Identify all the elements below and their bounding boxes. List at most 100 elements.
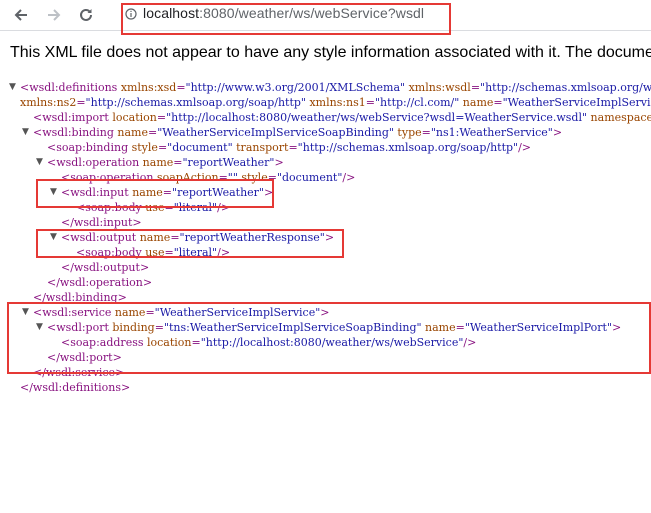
- xml-attr-name: style: [237, 171, 268, 184]
- xml-tag-end: >: [115, 366, 125, 379]
- xml-line: ▼ <wsdl:port binding="tns:WeatherServiceI…: [0, 320, 651, 335]
- browser-toolbar: localhost:8080/weather/ws/webService?wsd…: [0, 0, 651, 30]
- url-host: localhost: [143, 5, 200, 21]
- xml-attr-value: "http://schemas.xmlsoap.org/soap/http": [297, 141, 519, 154]
- collapse-toggle-icon[interactable]: ▼: [36, 320, 46, 335]
- xml-code: </wsdl:service>: [33, 365, 124, 380]
- style-info-notice: This XML file does not appear to have an…: [10, 44, 651, 61]
- xml-attr-value: "WeatherServiceImplService": [502, 96, 651, 109]
- forward-button[interactable]: [41, 2, 67, 28]
- xml-attr-value: "reportWeather": [182, 156, 275, 169]
- xml-code: <wsdl:binding name="WeatherServiceImplSe…: [33, 125, 562, 140]
- xml-attr-name: xmlns:wsdl: [405, 81, 471, 94]
- xml-attr-value: "": [227, 171, 238, 184]
- xml-line: </wsdl:port>: [0, 350, 651, 365]
- back-arrow-icon: [14, 9, 27, 21]
- xml-code: </wsdl:operation>: [47, 275, 152, 290]
- xml-tag-end: >: [112, 351, 122, 364]
- xml-line: <soap:operation soapAction="" style="doc…: [0, 170, 651, 185]
- xml-tag: <soap:operation: [61, 171, 154, 184]
- reload-icon: [80, 8, 92, 21]
- xml-equals: =: [170, 231, 180, 244]
- xml-line: <soap:body use="literal"/>: [0, 245, 651, 260]
- xml-attr-value: "reportWeather": [172, 186, 264, 199]
- xml-tag: </wsdl:operation: [47, 276, 143, 289]
- collapse-toggle-icon[interactable]: ▼: [50, 185, 60, 200]
- xml-code: </wsdl:output>: [61, 260, 149, 275]
- collapse-toggle-icon[interactable]: ▼: [50, 230, 60, 245]
- url-path: :8080/weather/ws/webService?wsdl: [199, 5, 425, 21]
- xml-tag-end: >: [274, 156, 284, 169]
- xml-tag-end: >: [612, 321, 622, 334]
- reload-button[interactable]: [73, 2, 99, 28]
- back-button[interactable]: [8, 2, 34, 28]
- xml-attr-name: name: [139, 156, 174, 169]
- xml-tag-end: >: [117, 291, 127, 304]
- xml-code: <soap:operation soapAction="" style="doc…: [61, 170, 355, 185]
- xml-equals: =: [173, 156, 183, 169]
- xml-tag-end: >: [552, 126, 563, 139]
- xml-line: </wsdl:service>: [0, 365, 651, 380]
- xml-tag: <wsdl:output: [61, 231, 137, 244]
- xml-attr-name: soapAction: [153, 171, 219, 184]
- xml-equals: =: [76, 96, 86, 109]
- xml-code: </wsdl:input>: [61, 215, 142, 230]
- xml-tag-end: >: [320, 306, 330, 319]
- xml-equals: =: [493, 96, 503, 109]
- xml-attr-value: "WeatherServiceImplService": [154, 306, 321, 319]
- collapse-toggle-icon[interactable]: ▼: [22, 125, 32, 140]
- xml-attr-name: location: [143, 336, 192, 349]
- xml-attr-value: "http://schemas.xmlsoap.org/wsdl/": [480, 81, 651, 94]
- xml-tag: <wsdl:input: [61, 186, 129, 199]
- xml-line: ▼ <wsdl:output name="reportWeatherRespons…: [0, 230, 651, 245]
- xml-tag: <wsdl:operation: [47, 156, 140, 169]
- xml-attr-name: name: [136, 231, 171, 244]
- xml-attr-name: location: [108, 111, 157, 124]
- xml-attr-name: binding: [108, 321, 155, 334]
- xml-equals: =: [162, 186, 173, 199]
- xml-tag: <wsdl:service: [33, 306, 112, 319]
- xml-equals: =: [288, 141, 298, 154]
- xml-attr-value: "tns:WeatherServiceImplServiceSoapBindin…: [163, 321, 422, 334]
- xml-tag-end: />: [342, 171, 356, 184]
- xml-equals: =: [455, 321, 465, 334]
- xml-attr-value: "WeatherServiceImplServiceSoapBinding": [157, 126, 394, 139]
- xml-line: </wsdl:definitions>: [0, 380, 651, 395]
- xml-attr-name: name: [421, 321, 456, 334]
- collapse-toggle-icon[interactable]: ▼: [9, 80, 19, 95]
- xml-tag-end: >: [139, 261, 150, 274]
- xml-line: xmlns:ns2="http://schemas.xmlsoap.org/so…: [0, 95, 651, 110]
- xml-code: <soap:body use="literal"/>: [76, 200, 230, 215]
- xml-attr-name: xmlns:xsd: [117, 81, 177, 94]
- xml-line: <soap:address location="http://localhost…: [0, 335, 651, 350]
- collapse-toggle-icon[interactable]: ▼: [22, 305, 32, 320]
- xml-code: <wsdl:output name="reportWeatherResponse…: [61, 230, 334, 245]
- xml-equals: =: [156, 111, 167, 124]
- xml-line: ▼ <wsdl:operation name="reportWeather">: [0, 155, 651, 170]
- xml-tag: </wsdl:output: [61, 261, 140, 274]
- info-icon[interactable]: [125, 8, 137, 20]
- xml-attr-value: "literal": [173, 246, 218, 259]
- xml-tag: <soap:body: [76, 201, 142, 214]
- collapse-toggle-icon[interactable]: ▼: [36, 155, 46, 170]
- xml-tag: <wsdl:binding: [33, 126, 114, 139]
- xml-tag-end: />: [463, 336, 477, 349]
- xml-attr-name: xmlns:ns2: [20, 96, 77, 109]
- xml-line: </wsdl:output>: [0, 260, 651, 275]
- xml-code: </wsdl:binding>: [33, 290, 127, 305]
- xml-equals: =: [145, 306, 155, 319]
- xml-attr-name: name: [459, 96, 494, 109]
- xml-equals: =: [157, 141, 168, 154]
- xml-equals: =: [191, 336, 201, 349]
- xml-attr-value: "http://cl.com/": [375, 96, 460, 109]
- url-text[interactable]: localhost:8080/weather/ws/webService?wsd…: [143, 5, 424, 21]
- xml-line: </wsdl:binding>: [0, 290, 651, 305]
- xml-code: <soap:body use="literal"/>: [76, 245, 230, 260]
- xml-code: <wsdl:service name="WeatherServiceImplSe…: [33, 305, 330, 320]
- xml-tag: </wsdl:service: [33, 366, 116, 379]
- xml-line: <soap:binding style="document" transport…: [0, 140, 651, 155]
- xml-equals: =: [421, 126, 431, 139]
- xml-code: <wsdl:operation name="reportWeather">: [47, 155, 284, 170]
- xml-code: <wsdl:input name="reportWeather">: [61, 185, 273, 200]
- xml-code: xmlns:ns2="http://schemas.xmlsoap.org/so…: [20, 95, 651, 110]
